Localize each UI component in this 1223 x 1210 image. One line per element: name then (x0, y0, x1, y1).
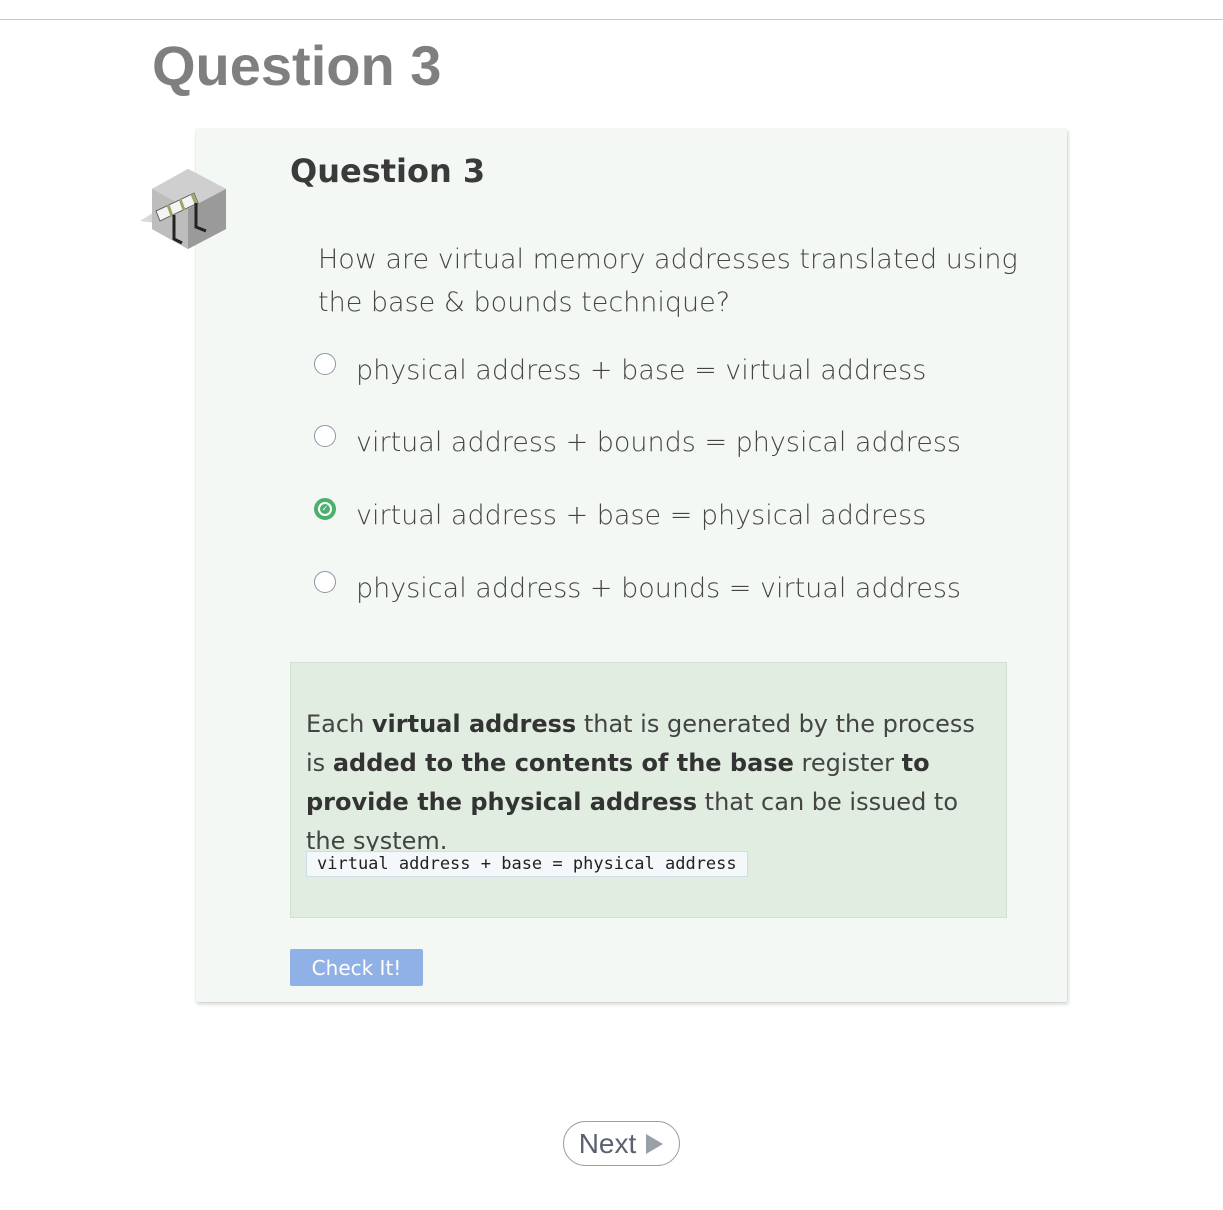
hurdle-icon (140, 169, 226, 249)
feedback-panel: Each virtual address that is generated b… (290, 662, 1007, 918)
option-label: virtual address + bounds = physical addr… (356, 426, 961, 458)
radio-button[interactable] (314, 425, 336, 447)
radio-button[interactable] (314, 353, 336, 375)
play-arrow-icon (646, 1133, 664, 1154)
option-2[interactable]: virtual address + bounds = physical addr… (314, 422, 961, 462)
page-title: Question 3 (152, 34, 442, 97)
option-label: virtual address + base = physical addres… (356, 499, 927, 531)
radio-button-checked[interactable]: ✓ (314, 498, 336, 520)
option-label: physical address + base = virtual addres… (356, 354, 927, 386)
next-label: Next (578, 1127, 637, 1159)
radio-button[interactable] (314, 571, 336, 593)
code-snippet: virtual address + base = physical addres… (306, 851, 748, 877)
next-button[interactable]: Next (563, 1121, 680, 1166)
option-label: physical address + bounds = virtual addr… (356, 572, 961, 604)
feedback-text: Each virtual address that is generated b… (306, 710, 975, 855)
option-1[interactable]: physical address + base = virtual addres… (314, 350, 926, 390)
check-it-button[interactable]: Check It! (290, 949, 423, 986)
card-title: Question 3 (290, 152, 486, 190)
top-divider (0, 19, 1223, 20)
check-icon: ✓ (318, 502, 332, 516)
option-4[interactable]: physical address + bounds = virtual addr… (314, 568, 961, 608)
option-3[interactable]: ✓ virtual address + base = physical addr… (314, 495, 926, 535)
question-text: How are virtual memory addresses transla… (318, 244, 1018, 318)
